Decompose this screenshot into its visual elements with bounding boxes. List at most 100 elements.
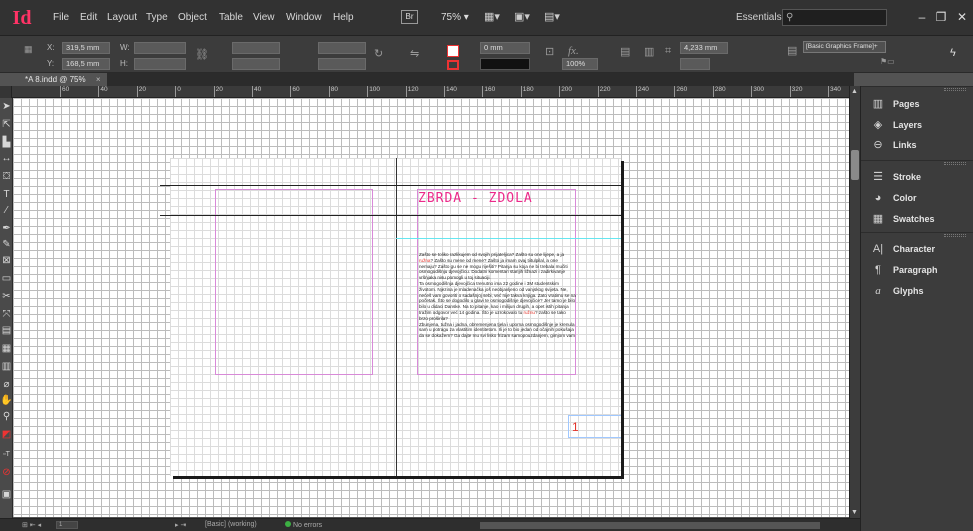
search-input[interactable]: ⚲ xyxy=(782,9,887,26)
minimize-button[interactable]: – xyxy=(913,8,931,26)
stroke-type-dropdown[interactable] xyxy=(480,58,530,70)
page-field[interactable]: 1 xyxy=(56,521,78,529)
x-field[interactable]: 319,5 mm xyxy=(62,42,110,54)
rotate-icon[interactable]: ↻ xyxy=(374,47,383,60)
rotation-field[interactable] xyxy=(318,42,366,54)
stroke-swatch[interactable] xyxy=(447,60,459,70)
reference-point-icon[interactable]: ▦ xyxy=(24,44,33,55)
preflight-status[interactable]: No errors xyxy=(285,521,322,529)
panel-item-pages[interactable]: ▥ Pages xyxy=(861,94,973,114)
panel-item-links[interactable]: ⊖ Links xyxy=(861,135,973,155)
menu-type[interactable]: Type xyxy=(146,12,168,23)
page-tool-icon[interactable]: ▙ xyxy=(0,136,13,150)
style-status[interactable]: [Basic] (working) xyxy=(205,521,257,528)
screen-mode-tool-icon[interactable]: ▣ xyxy=(0,488,13,502)
fill-swatch[interactable] xyxy=(447,45,459,57)
align-icon[interactable]: ▤ xyxy=(620,45,630,58)
scissors-tool-icon[interactable]: ✂ xyxy=(0,290,13,304)
spacing-icon[interactable]: ⌗ xyxy=(665,45,671,58)
gap-tool-icon[interactable]: ↔ xyxy=(0,152,13,166)
arrange-documents-icon[interactable]: ▤▾ xyxy=(544,10,560,24)
restore-button[interactable]: ❐ xyxy=(932,8,950,26)
vertical-scrollbar[interactable]: ▲ ▼ xyxy=(849,86,860,518)
panel-item-color[interactable]: ◕ Color xyxy=(861,188,973,208)
effects-icon[interactable]: fx. xyxy=(568,45,579,57)
menu-help[interactable]: Help xyxy=(333,12,354,23)
next-page-icon[interactable]: ▸ ⇥ xyxy=(175,521,186,529)
scale-y-field[interactable] xyxy=(232,58,280,70)
width-field[interactable] xyxy=(134,42,186,54)
gutter-field[interactable]: 4,233 mm xyxy=(680,42,728,54)
body-text-frame[interactable]: Zašto se toliko razlikujem od svojih pri… xyxy=(419,252,576,376)
line-tool-icon[interactable]: ⁄ xyxy=(0,204,13,218)
panel-item-swatches[interactable]: ▦ Swatches xyxy=(861,209,973,229)
selection-tool-icon[interactable]: ➤ xyxy=(0,100,13,114)
height-field[interactable] xyxy=(134,58,186,70)
rectangle-frame-tool-icon[interactable]: ⊠ xyxy=(0,254,13,268)
menu-object[interactable]: Object xyxy=(178,12,207,23)
screen-mode-icon[interactable]: ▣▾ xyxy=(514,10,530,24)
fitting-icon[interactable]: ⊡ xyxy=(545,45,554,58)
fill-stroke-swatch-icon[interactable]: ◩ xyxy=(0,428,13,442)
pencil-tool-icon[interactable]: ✎ xyxy=(0,238,13,252)
y-field[interactable]: 168,5 mm xyxy=(62,58,110,70)
shear-field[interactable] xyxy=(318,58,366,70)
hand-tool-icon[interactable]: ✋ xyxy=(0,394,13,408)
horizontal-ruler[interactable]: 60 40 20 0 20 40 60 80 100 120 140 160 180 200 220 240 2… xyxy=(12,86,851,98)
column-count-field[interactable] xyxy=(680,58,710,70)
menu-file[interactable]: File xyxy=(53,12,69,23)
panel-item-glyphs[interactable]: a Glyphs xyxy=(861,281,973,301)
scale-x-field[interactable] xyxy=(232,42,280,54)
lightning-icon[interactable]: ϟ xyxy=(950,47,956,59)
content-collector-icon[interactable]: ⛋ xyxy=(0,170,13,184)
gradient-swatch-tool-icon[interactable]: ▤ xyxy=(0,324,13,338)
panel-grip[interactable] xyxy=(944,88,966,91)
menu-window[interactable]: Window xyxy=(286,12,322,23)
ruler-guide[interactable] xyxy=(160,185,621,186)
zoom-tool-icon[interactable]: ⚲ xyxy=(0,410,13,424)
title-text-frame[interactable]: ZBRDA - ZDOLA xyxy=(418,191,576,215)
bridge-button[interactable]: Br xyxy=(401,10,418,24)
scroll-down-icon[interactable]: ▼ xyxy=(851,509,858,516)
document-tab[interactable]: *A 8.indd @ 75% × xyxy=(0,73,107,86)
direct-selection-tool-icon[interactable]: ⇱ xyxy=(0,118,13,132)
menu-table[interactable]: Table xyxy=(219,12,243,23)
panel-item-paragraph[interactable]: ¶ Paragraph xyxy=(861,260,973,280)
quick-apply-icon[interactable]: ⚑▭ xyxy=(880,57,895,66)
rectangle-tool-icon[interactable]: ▭ xyxy=(0,272,13,286)
close-button[interactable]: ✕ xyxy=(953,8,971,26)
flip-icon[interactable]: ⇋ xyxy=(410,47,419,60)
horizontal-scrollbar[interactable] xyxy=(480,522,820,529)
distribute-icon[interactable]: ▥ xyxy=(644,45,654,58)
menu-edit[interactable]: Edit xyxy=(80,12,97,23)
opacity-field[interactable]: 100% xyxy=(562,58,598,70)
panel-grip[interactable] xyxy=(944,162,966,165)
panel-grip[interactable] xyxy=(944,234,966,237)
panel-item-stroke[interactable]: ☰ Stroke xyxy=(861,167,973,187)
panel-item-layers[interactable]: ◈ Layers xyxy=(861,115,973,135)
menu-view[interactable]: View xyxy=(253,12,275,23)
zoom-level[interactable]: 75% ▾ xyxy=(441,12,469,23)
close-icon[interactable]: × xyxy=(96,75,101,84)
apply-none-icon[interactable]: ⊘ xyxy=(0,466,13,480)
object-style-dropdown[interactable]: [Basic Graphics Frame]+ xyxy=(803,41,886,53)
ruler-guide[interactable] xyxy=(160,215,621,216)
panel-item-character[interactable]: A| Character xyxy=(861,239,973,259)
page-number-frame[interactable]: 1 xyxy=(568,415,621,438)
gradient-feather-tool-icon[interactable]: ▦ xyxy=(0,342,13,356)
view-options-icon[interactable]: ▦▾ xyxy=(484,10,500,24)
menu-layout[interactable]: Layout xyxy=(107,12,137,23)
eyedropper-tool-icon[interactable]: ⌀ xyxy=(0,378,13,392)
constrain-proportions-icon[interactable]: ⛓ xyxy=(195,48,209,61)
type-tool-icon[interactable]: T xyxy=(0,188,13,202)
pen-tool-icon[interactable]: ✒ xyxy=(0,222,13,236)
scroll-up-icon[interactable]: ▲ xyxy=(851,88,858,95)
vertical-scroll-thumb[interactable] xyxy=(851,150,859,180)
stroke-weight-field[interactable]: 0 mm xyxy=(480,42,530,54)
pasteboard[interactable]: ZBRDA - ZDOLA Zašto se toliko razlikujem… xyxy=(13,98,849,517)
page-navigation[interactable]: ⊞ ⇤ ◂ xyxy=(22,521,41,529)
formatting-affects-icon[interactable]: ▫T xyxy=(0,448,13,462)
free-transform-tool-icon[interactable]: ⤧ xyxy=(0,308,13,322)
ruler-guide[interactable] xyxy=(396,238,621,239)
note-tool-icon[interactable]: ▥ xyxy=(0,360,13,374)
